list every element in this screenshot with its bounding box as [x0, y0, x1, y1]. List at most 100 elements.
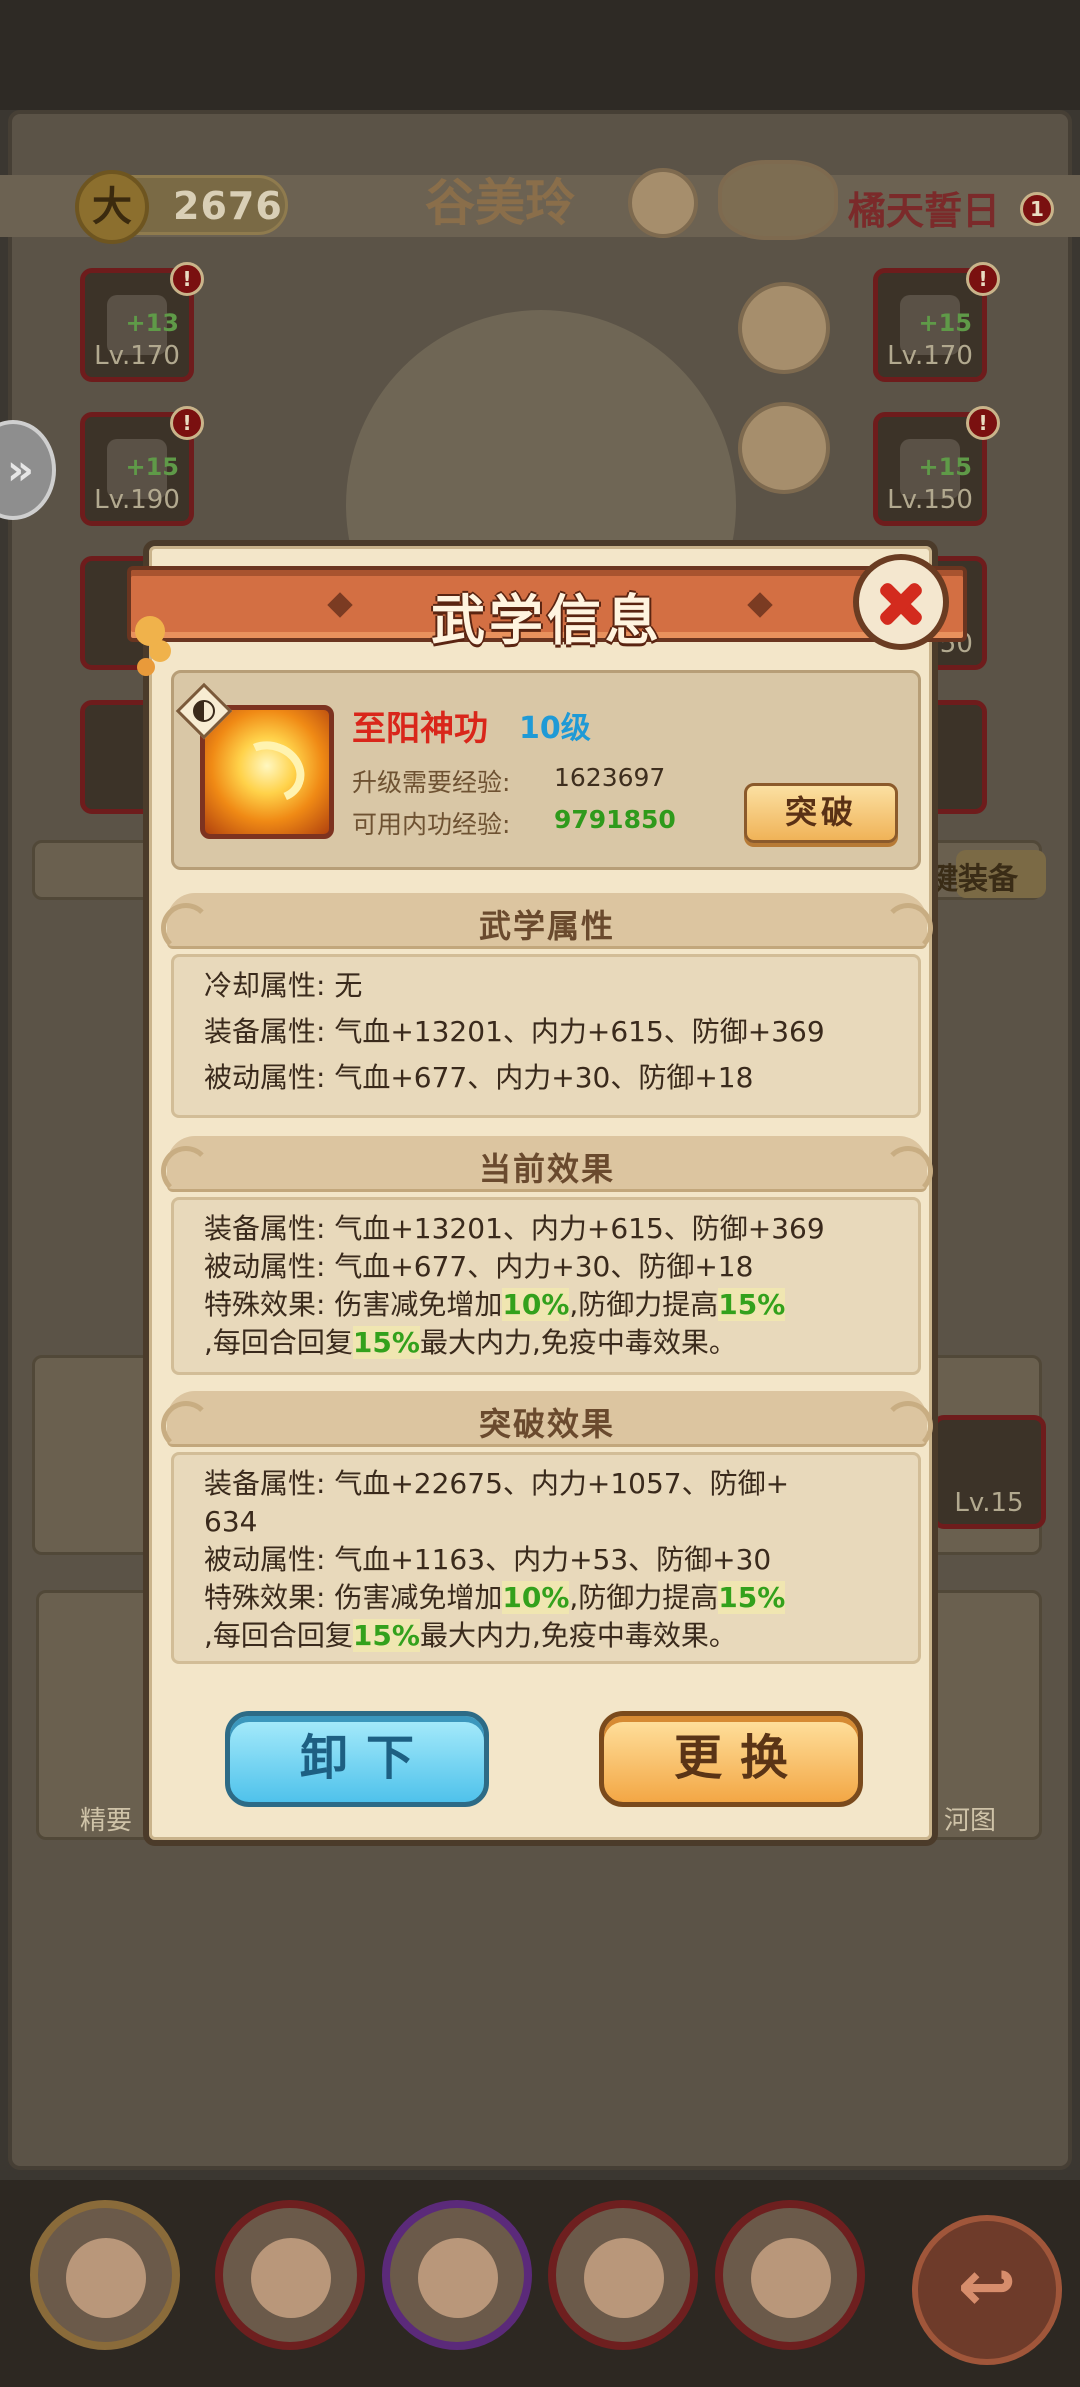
coin-value: 2676 — [173, 184, 283, 228]
available-exp-label: 可用内功经验: — [352, 810, 511, 839]
skill-card: 至阳神功 10级 升级需要经验: 1623697 可用内功经验: 9791850… — [171, 670, 921, 870]
coin-counter: 大 2676 — [75, 170, 288, 244]
special-text: 伤害减免增加 — [334, 1288, 503, 1321]
alert-badge: ! — [170, 406, 204, 440]
sun-swirl-icon — [226, 731, 314, 813]
avatar-face — [251, 2238, 331, 2318]
current-equip-line: 装备属性: 气血+13201、内力+615、防御+369 — [204, 1210, 888, 1248]
equip-plus: +15 — [918, 453, 972, 481]
alert-badge: ! — [170, 262, 204, 296]
current-equip-value: 气血+13201、内力+615、防御+369 — [334, 1212, 825, 1245]
equip-attr-label: 装备属性: — [204, 1015, 326, 1048]
breakthrough-effect-section-header: 突破效果 — [161, 1391, 933, 1451]
avatar-face — [66, 2238, 146, 2318]
one-key-equip-label: 键装备 — [928, 862, 1018, 897]
special-percent: 15% — [718, 1288, 786, 1321]
one-key-equip-button[interactable]: 键装备 — [928, 850, 1046, 898]
hero-title: 橘天誓日 — [848, 188, 1001, 233]
special-text: 最大内力,免疫中毒效果。 — [419, 1619, 737, 1652]
section-title: 当前效果 — [478, 1150, 615, 1188]
break-passive-value: 气血+1163、内力+53、防御+30 — [334, 1543, 772, 1576]
break-special-line-2: ,每回合回复15%最大内力,免疫中毒效果。 — [204, 1617, 888, 1655]
river-map-label: 河图 — [944, 1806, 997, 1836]
special-text: ,每回合回复 — [204, 1326, 353, 1359]
plum-blossom-icon — [135, 616, 165, 646]
skill-slot-level: Lv.15 — [954, 1488, 1024, 1518]
current-special-label: 特殊效果: — [204, 1288, 326, 1321]
alert-badge: ! — [966, 406, 1000, 440]
equip-plus: +15 — [125, 453, 179, 481]
gourd-icon[interactable] — [628, 168, 698, 238]
close-button[interactable] — [853, 554, 949, 650]
coin-icon: 大 — [75, 170, 149, 244]
passive-attr-line: 被动属性: 气血+677、内力+30、防御+18 — [204, 1059, 888, 1097]
equip-level: Lv.150 — [887, 485, 973, 515]
special-text: ,防御力提高 — [569, 1288, 719, 1321]
break-passive-label: 被动属性: — [204, 1543, 326, 1576]
hero-avatar[interactable] — [548, 2200, 698, 2350]
skill-icon — [200, 705, 334, 839]
equip-attr-line: 装备属性: 气血+13201、内力+615、防御+369 — [204, 1013, 888, 1051]
break-equip-value: 气血+22675、内力+1057、防御+ — [334, 1467, 790, 1500]
attributes-section-header: 武学属性 — [161, 893, 933, 953]
breakthrough-effect-section-body: 装备属性: 气血+22675、内力+1057、防御+ 634 被动属性: 气血+… — [171, 1452, 921, 1664]
break-equip-value-cont: 634 — [204, 1505, 258, 1538]
meditate-icon[interactable] — [738, 402, 830, 494]
special-percent: 10% — [502, 1288, 570, 1321]
unequip-button[interactable]: 卸下 — [225, 1711, 489, 1807]
break-special-label: 特殊效果: — [204, 1581, 326, 1614]
title-badge: 1 — [1020, 192, 1054, 226]
skill-info-dialog: 武学信息 至阳神功 10级 升级需要经验: 1623697 可用内功经验: 97… — [127, 540, 967, 1846]
back-arrow-icon[interactable]: ↩ — [912, 2215, 1062, 2365]
current-effect-section-body: 装备属性: 气血+13201、内力+615、防御+369 被动属性: 气血+67… — [171, 1197, 921, 1375]
current-passive-label: 被动属性: — [204, 1250, 326, 1283]
hero-name: 谷美玲 — [425, 174, 575, 232]
cooldown-value: 无 — [334, 969, 363, 1002]
special-percent: 10% — [502, 1581, 570, 1614]
hero-avatar[interactable] — [215, 2200, 365, 2350]
break-equip-line-2: 634 — [204, 1503, 888, 1541]
hero-avatar[interactable] — [382, 2200, 532, 2350]
passive-attr-value: 气血+677、内力+30、防御+18 — [334, 1061, 754, 1094]
replace-button[interactable]: 更换 — [599, 1711, 863, 1807]
current-special-line-2: ,每回合回复15%最大内力,免疫中毒效果。 — [204, 1324, 888, 1362]
skill-slot[interactable]: Lv.15 — [932, 1415, 1046, 1529]
special-percent: 15% — [352, 1326, 420, 1359]
alert-badge: ! — [966, 262, 1000, 296]
passive-attr-label: 被动属性: — [204, 1061, 326, 1094]
break-equip-line: 装备属性: 气血+22675、内力+1057、防御+ — [204, 1465, 888, 1503]
hero-avatar[interactable] — [30, 2200, 180, 2350]
equip-attr-value: 气血+13201、内力+615、防御+369 — [334, 1015, 825, 1048]
attributes-section-body: 冷却属性: 无 装备属性: 气血+13201、内力+615、防御+369 被动属… — [171, 954, 921, 1118]
equip-plus: +15 — [918, 309, 972, 337]
equip-level: Lv.170 — [887, 341, 973, 371]
hero-avatar[interactable] — [715, 2200, 865, 2350]
breakthrough-button[interactable]: 突破 — [744, 783, 898, 843]
avatar-face — [584, 2238, 664, 2318]
meditate-icon[interactable] — [738, 282, 830, 374]
dialog-header: 武学信息 — [127, 566, 967, 652]
current-equip-label: 装备属性: — [204, 1212, 326, 1245]
section-title: 突破效果 — [478, 1405, 615, 1443]
skill-level: 10级 — [519, 711, 591, 746]
avatar-face — [418, 2238, 498, 2318]
special-text: 最大内力,免疫中毒效果。 — [419, 1326, 737, 1359]
special-percent: 15% — [718, 1581, 786, 1614]
upgrade-exp-value: 1623697 — [554, 763, 666, 792]
equip-plus: +13 — [125, 309, 179, 337]
available-exp-value: 9791850 — [554, 805, 676, 834]
special-text: ,每回合回复 — [204, 1619, 353, 1652]
current-special-line: 特殊效果: 伤害减免增加10%,防御力提高15% — [204, 1286, 888, 1324]
book-label: 精要 — [80, 1806, 133, 1836]
break-passive-line: 被动属性: 气血+1163、内力+53、防御+30 — [204, 1541, 888, 1579]
fan-emblem-icon[interactable] — [718, 160, 838, 240]
current-passive-value: 气血+677、内力+30、防御+18 — [334, 1250, 754, 1283]
upgrade-exp-label: 升级需要经验: — [352, 768, 511, 797]
avatar-face — [751, 2238, 831, 2318]
special-percent: 15% — [352, 1619, 420, 1652]
dialog-title: 武学信息 — [431, 589, 663, 652]
break-special-line: 特殊效果: 伤害减免增加10%,防御力提高15% — [204, 1579, 888, 1617]
break-equip-label: 装备属性: — [204, 1467, 326, 1500]
special-text: ,防御力提高 — [569, 1581, 719, 1614]
current-passive-line: 被动属性: 气血+677、内力+30、防御+18 — [204, 1248, 888, 1286]
